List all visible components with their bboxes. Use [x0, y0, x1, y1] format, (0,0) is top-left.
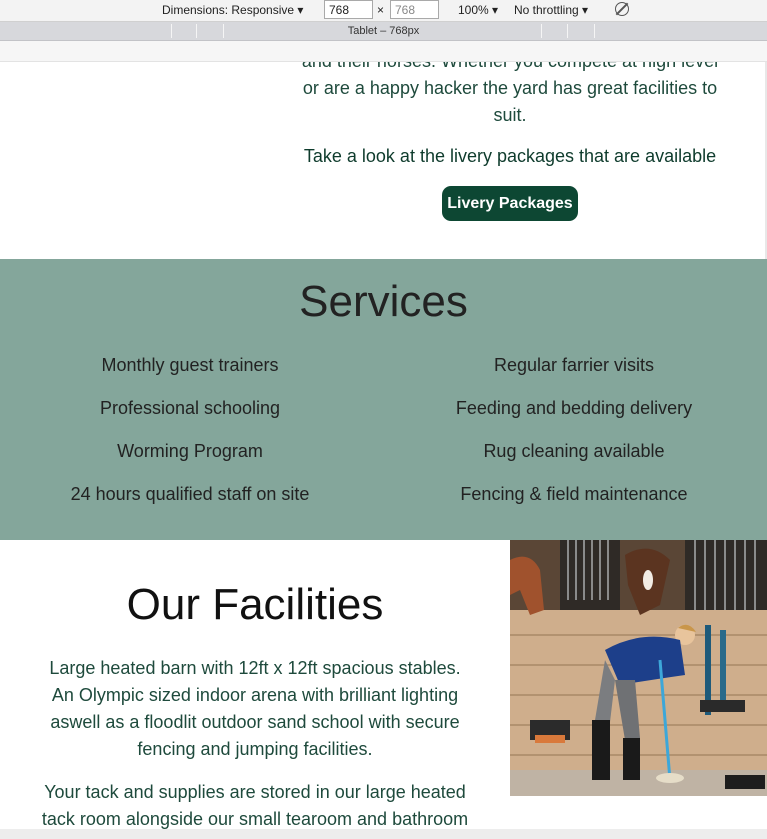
facilities-paragraph: Your tack and supplies are stored in our…	[20, 779, 490, 833]
services-section: Services Monthly guest trainers Professi…	[0, 259, 767, 540]
intro-line: suit.	[493, 105, 527, 125]
window-bottom-edge	[0, 829, 767, 839]
service-item: Worming Program	[117, 441, 263, 461]
facilities-line: fencing and jumping facilities.	[137, 739, 373, 759]
livery-packages-button[interactable]: Livery Packages	[442, 186, 578, 221]
media-query-bar[interactable]: Tablet – 768px	[0, 22, 767, 41]
service-item: Rug cleaning available	[483, 441, 665, 461]
service-item: Monthly guest trainers	[101, 355, 279, 375]
ruler-gap	[0, 41, 767, 62]
page-viewport: and their horses. Whether you compete at…	[0, 62, 767, 839]
service-item: Feeding and bedding delivery	[455, 398, 693, 418]
intro-line: and their horses. Whether you compete at…	[290, 62, 730, 75]
devtools-toolbar: Dimensions: Responsive ▾ 768 × 768 100% …	[0, 0, 767, 22]
facilities-paragraph: Large heated barn with 12ft x 12ft spaci…	[20, 655, 490, 763]
intro-line: or are a happy hacker the yard has great…	[302, 78, 718, 98]
facilities-section: Our Facilities Large heated barn with 12…	[0, 540, 767, 839]
facilities-line: aswell as a floodlit outdoor sand school…	[50, 712, 460, 732]
facilities-line: Large heated barn with 12ft x 12ft spaci…	[49, 658, 461, 678]
stable-photo-illustration	[510, 540, 767, 796]
media-query-label: Tablet – 768px	[347, 25, 420, 37]
throttling-dropdown[interactable]: No throttling ▾	[514, 3, 588, 17]
facilities-title: Our Facilities	[126, 580, 384, 629]
livery-cta-text: Take a look at the livery packages that …	[303, 146, 717, 166]
dimensions-dropdown[interactable]: Dimensions: Responsive ▾	[162, 3, 303, 17]
rotate-icon[interactable]	[615, 2, 629, 16]
height-input[interactable]: 768	[390, 0, 439, 19]
services-title: Services	[299, 277, 468, 326]
facilities-line: Your tack and supplies are stored in our…	[44, 782, 466, 802]
service-item: Regular farrier visits	[493, 355, 655, 375]
stable-photo	[510, 540, 767, 796]
intro-section: and their horses. Whether you compete at…	[0, 62, 767, 259]
facilities-line: An Olympic sized indoor arena with brill…	[51, 685, 459, 705]
times-symbol: ×	[377, 3, 385, 17]
intro-paragraph: and their horses. Whether you compete at…	[290, 62, 730, 129]
service-item: 24 hours qualified staff on site	[70, 484, 310, 504]
service-item: Fencing & field maintenance	[460, 484, 688, 504]
width-input[interactable]: 768	[324, 0, 373, 19]
service-item: Professional schooling	[99, 398, 281, 418]
zoom-dropdown[interactable]: 100% ▾	[458, 3, 498, 17]
